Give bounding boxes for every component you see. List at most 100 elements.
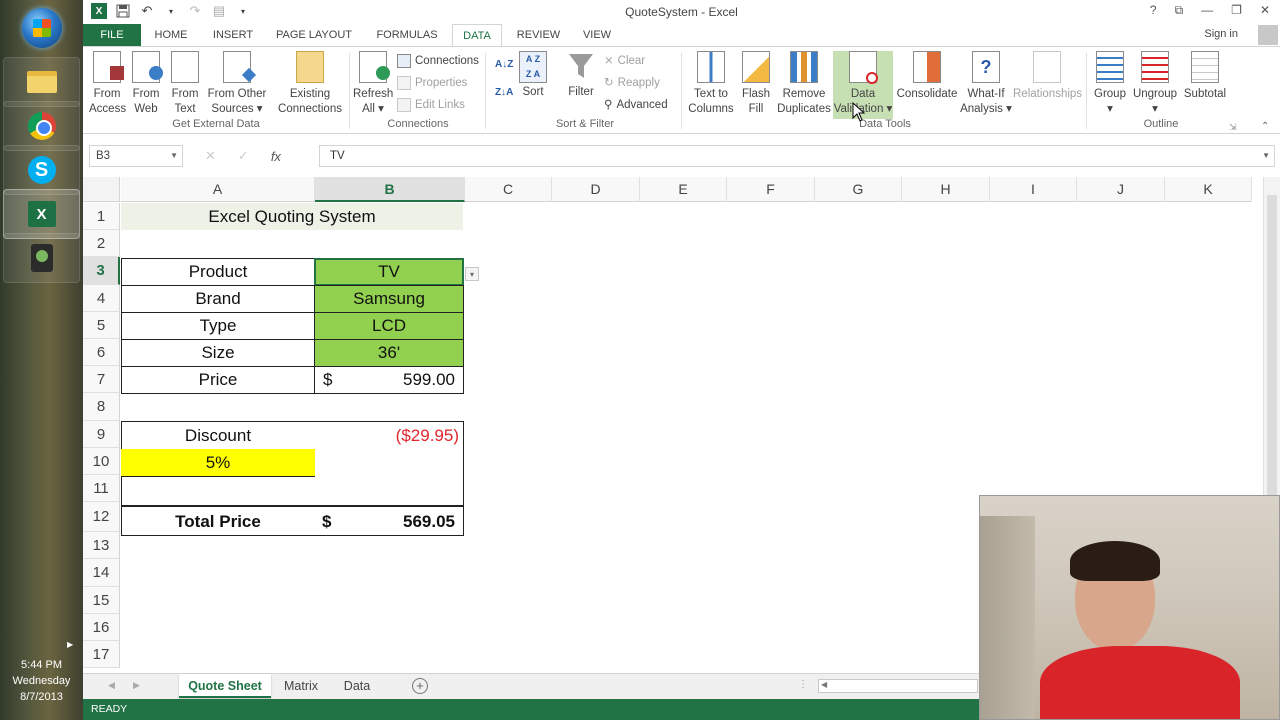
help-button[interactable]: ? (1150, 3, 1157, 18)
advanced-filter-button[interactable]: ⚲ Advanced (604, 95, 668, 115)
row-header-17[interactable]: 17 (83, 641, 120, 669)
vertical-scroll-thumb[interactable] (1267, 195, 1277, 495)
label-size[interactable]: Size (121, 339, 315, 367)
discount-percent[interactable]: 5% (121, 449, 315, 477)
tab-view[interactable]: VIEW (575, 24, 619, 46)
ribbon-display-options-icon[interactable]: ⧉ (1175, 3, 1184, 18)
formula-input[interactable]: TV ▼ (319, 145, 1275, 167)
column-header-b[interactable]: B (315, 177, 465, 202)
scroll-left-icon[interactable]: ◀ (821, 680, 827, 689)
horizontal-scrollbar[interactable]: ◀ (818, 679, 978, 693)
label-total[interactable]: Total Price (121, 507, 315, 536)
flash-fill-button[interactable]: Flash Fill (738, 51, 774, 117)
tab-insert[interactable]: INSERT (205, 24, 261, 46)
label-type[interactable]: Type (121, 312, 315, 340)
tab-split-handle[interactable]: ⋮ (798, 679, 808, 690)
sheet-title[interactable]: Excel Quoting System (121, 203, 463, 230)
row-header-11[interactable]: 11 (83, 475, 120, 503)
taskbar-skype[interactable]: S (3, 145, 80, 195)
tab-file[interactable]: FILE (83, 24, 141, 46)
taskbar-excel[interactable]: X (3, 189, 80, 239)
label-price[interactable]: Price (121, 366, 315, 394)
taskbar-explorer[interactable] (3, 57, 80, 107)
column-header-a[interactable]: A (121, 177, 315, 202)
row-header-12[interactable]: 12 (83, 502, 120, 533)
row-header-2[interactable]: 2 (83, 230, 120, 258)
column-header-i[interactable]: I (990, 177, 1077, 202)
row-header-13[interactable]: 13 (83, 532, 120, 560)
start-button[interactable] (3, 3, 80, 53)
taskbar-camera[interactable] (3, 233, 80, 283)
tab-review[interactable]: REVIEW (511, 24, 566, 46)
column-header-c[interactable]: C (465, 177, 552, 202)
row-header-3[interactable]: 3 (83, 257, 120, 285)
row-header-1[interactable]: 1 (83, 203, 120, 231)
clear-filter-button[interactable]: ⨯ Clear (604, 51, 645, 71)
name-box-dropdown-icon[interactable]: ▼ (170, 146, 178, 166)
from-web-button[interactable]: From Web (131, 51, 163, 117)
new-sheet-button[interactable]: + (412, 678, 428, 694)
label-brand[interactable]: Brand (121, 285, 315, 313)
column-header-k[interactable]: K (1165, 177, 1252, 202)
filter-button[interactable]: Filter (563, 51, 599, 100)
row-header-10[interactable]: 10 (83, 447, 120, 475)
text-to-columns-button[interactable]: Text to Columns (686, 51, 736, 117)
row-header-14[interactable]: 14 (83, 559, 120, 587)
value-price[interactable]: $ 599.00 (314, 366, 464, 394)
from-other-sources-button[interactable]: From Other Sources ▾ (206, 51, 268, 117)
relationships-button[interactable]: Relationships (1013, 51, 1082, 102)
value-brand[interactable]: Samsung (314, 285, 464, 313)
tab-home[interactable]: HOME (146, 24, 196, 46)
column-header-g[interactable]: G (815, 177, 902, 202)
column-header-j[interactable]: J (1077, 177, 1165, 202)
sheet-tab-matrix[interactable]: Matrix (275, 674, 327, 698)
value-total[interactable]: $ 569.05 (314, 507, 463, 536)
validation-dropdown-icon[interactable]: ▾ (465, 267, 479, 281)
sheet-tab-quote-sheet[interactable]: Quote Sheet (179, 674, 271, 698)
select-all-button[interactable] (83, 177, 120, 202)
reapply-button[interactable]: ↻ Reapply (604, 73, 660, 93)
column-header-d[interactable]: D (552, 177, 640, 202)
value-product[interactable]: TV (314, 258, 464, 286)
sign-in-link[interactable]: Sign in (1204, 28, 1238, 40)
row-header-8[interactable]: 8 (83, 393, 120, 421)
connections-button[interactable]: Connections (397, 51, 479, 71)
sort-a-to-z-button[interactable]: A↓Z (495, 55, 513, 75)
insert-function-icon[interactable]: fx (271, 149, 281, 164)
row-header-4[interactable]: 4 (83, 284, 120, 312)
label-product[interactable]: Product (121, 258, 315, 286)
value-size[interactable]: 36' (314, 339, 464, 367)
name-box[interactable]: B3 ▼ (89, 145, 183, 167)
value-type[interactable]: LCD (314, 312, 464, 340)
minimize-button[interactable]: — (1201, 3, 1213, 18)
prev-sheet-icon[interactable]: ◀ (108, 680, 115, 691)
tab-data[interactable]: DATA (452, 24, 502, 46)
tab-page-layout[interactable]: PAGE LAYOUT (270, 24, 358, 46)
expand-formula-bar-icon[interactable]: ▼ (1262, 146, 1270, 166)
properties-button[interactable]: Properties (397, 73, 467, 93)
restore-button[interactable]: ❐ (1231, 3, 1242, 18)
row-header-15[interactable]: 15 (83, 586, 120, 614)
edit-links-button[interactable]: Edit Links (397, 95, 465, 115)
cancel-icon[interactable]: ✕ (205, 148, 216, 164)
tab-formulas[interactable]: FORMULAS (369, 24, 445, 46)
from-text-button[interactable]: From Text (170, 51, 200, 117)
column-header-h[interactable]: H (902, 177, 990, 202)
column-header-e[interactable]: E (640, 177, 727, 202)
consolidate-button[interactable]: Consolidate (895, 51, 959, 102)
value-discount[interactable]: ($29.95) (314, 422, 463, 449)
row-header-9[interactable]: 9 (83, 420, 120, 448)
row-header-7[interactable]: 7 (83, 366, 120, 394)
sort-z-to-a-button[interactable]: Z↓A (495, 83, 513, 103)
from-access-button[interactable]: From Access (89, 51, 126, 117)
column-header-f[interactable]: F (727, 177, 815, 202)
sort-button[interactable]: A ZZ A Sort (517, 51, 549, 100)
ungroup-button[interactable]: Ungroup ▾ (1131, 51, 1179, 117)
existing-connections-button[interactable]: Existing Connections (276, 51, 344, 117)
refresh-all-button[interactable]: Refresh All ▾ (353, 51, 393, 117)
what-if-analysis-button[interactable]: ? What-If Analysis ▾ (959, 51, 1013, 117)
taskbar-chrome[interactable] (3, 101, 80, 151)
outline-settings-launcher-icon[interactable]: ⇲ (1229, 117, 1237, 137)
row-header-6[interactable]: 6 (83, 339, 120, 367)
subtotal-button[interactable]: Subtotal (1180, 51, 1230, 102)
